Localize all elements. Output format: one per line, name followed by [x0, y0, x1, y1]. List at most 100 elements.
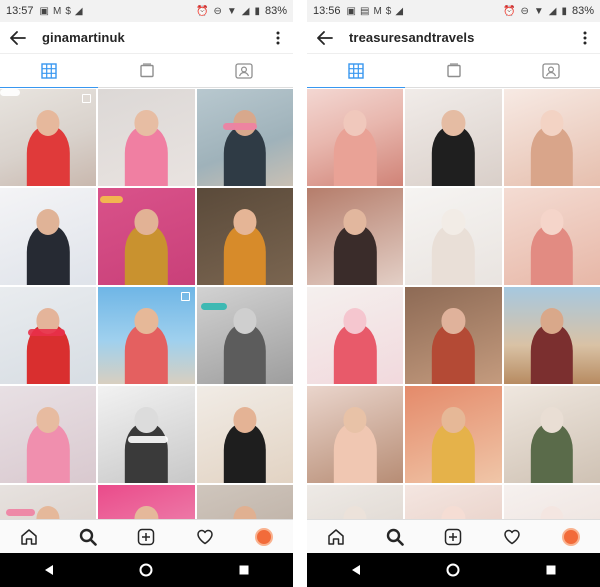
system-nav-bar — [307, 553, 600, 587]
photo-tile[interactable] — [307, 188, 404, 285]
tab-tagged[interactable] — [195, 54, 293, 87]
heart-icon[interactable] — [189, 523, 221, 551]
home-icon[interactable] — [13, 523, 45, 551]
add-icon[interactable] — [437, 523, 469, 551]
photo-tile[interactable] — [405, 89, 502, 186]
photo-tile[interactable] — [405, 287, 502, 384]
photo-subject-head — [441, 506, 466, 519]
tab-feed[interactable] — [98, 54, 196, 87]
profile-tabs — [0, 54, 293, 88]
photo-tile[interactable] — [503, 386, 600, 483]
feed-icon — [139, 62, 154, 77]
brush-stroke — [100, 196, 124, 203]
screen-divider — [293, 0, 307, 587]
profile-username: ginamartinuk — [42, 30, 125, 45]
brush-stroke — [0, 89, 20, 96]
profile-tabs — [307, 54, 600, 88]
square-recent-icon[interactable] — [224, 556, 264, 584]
home-icon[interactable] — [320, 523, 352, 551]
phone-screen-left: 13:57 ▣ M $ ◢ ⏰ ⊖ ▼ ◢ ▮ 83% ginamartinuk — [0, 0, 293, 587]
photo-tile[interactable] — [196, 89, 293, 186]
app-bar: ginamartinuk — [0, 22, 293, 54]
photo-tile[interactable] — [503, 485, 600, 519]
photo-tile[interactable] — [307, 485, 404, 519]
photo-tile[interactable] — [307, 386, 404, 483]
avatar[interactable] — [248, 523, 280, 551]
arrow-left-icon[interactable] — [8, 28, 28, 48]
wifi-icon: ▼ — [226, 5, 237, 17]
photo-tile[interactable] — [405, 188, 502, 285]
signal-icon: ◢ — [241, 5, 250, 17]
tab-grid[interactable] — [0, 54, 98, 88]
photo-subject-head — [36, 506, 60, 519]
photo-tile[interactable] — [405, 485, 502, 519]
photo-tile[interactable] — [196, 188, 293, 285]
photo-tile[interactable] — [405, 386, 502, 483]
photo-tile[interactable] — [196, 287, 293, 384]
search-icon[interactable] — [72, 523, 104, 551]
tool-icon: ◢ — [74, 5, 83, 17]
photo-tile[interactable] — [0, 89, 97, 186]
tab-feed[interactable] — [405, 54, 503, 87]
circle-home-icon[interactable] — [433, 556, 473, 584]
triangle-back-icon[interactable] — [29, 556, 69, 584]
photo-tile[interactable] — [196, 386, 293, 483]
grid-icon — [348, 62, 364, 79]
tab-tagged[interactable] — [502, 54, 600, 87]
dollar-icon: $ — [65, 5, 71, 17]
grid-icon — [41, 62, 57, 79]
photo-grid — [307, 89, 600, 519]
signal-icon: ◢ — [548, 5, 557, 17]
status-bar: 13:56 ▣ ▤ M $ ◢ ⏰ ⊖ ▼ ◢ ▮ 83% — [307, 0, 600, 22]
avatar[interactable] — [555, 523, 587, 551]
search-icon[interactable] — [379, 523, 411, 551]
add-icon[interactable] — [130, 523, 162, 551]
circle-home-icon[interactable] — [126, 556, 166, 584]
photo-tile[interactable] — [98, 485, 195, 519]
photo-subject-head — [540, 506, 564, 519]
brush-stroke — [200, 303, 227, 310]
dnd-icon: ⊖ — [213, 5, 222, 17]
photo-grid — [0, 89, 293, 519]
photo-tile[interactable] — [98, 287, 195, 384]
photo-tile[interactable] — [98, 386, 195, 483]
photo-tile[interactable] — [196, 485, 293, 519]
triangle-back-icon[interactable] — [336, 556, 376, 584]
status-time: 13:57 — [6, 5, 34, 17]
tab-grid[interactable] — [307, 54, 405, 88]
bottom-nav — [307, 519, 600, 553]
more-vertical-icon[interactable] — [578, 28, 592, 48]
photo-tile[interactable] — [307, 287, 404, 384]
photo-subject-head — [134, 506, 159, 519]
multiple-photos-icon — [180, 292, 190, 301]
photo-tile[interactable] — [0, 485, 97, 519]
photo-subject-head — [343, 506, 367, 519]
profile-username: treasuresandtravels — [349, 30, 475, 45]
photo-tile[interactable] — [98, 188, 195, 285]
photo-tile[interactable] — [503, 287, 600, 384]
bottom-nav — [0, 519, 293, 553]
heart-icon[interactable] — [496, 523, 528, 551]
more-vertical-icon[interactable] — [271, 28, 285, 48]
feed-icon — [446, 62, 461, 77]
photo-tile[interactable] — [0, 386, 97, 483]
number-icon: ▤ — [359, 5, 370, 17]
arrow-left-icon[interactable] — [315, 28, 335, 48]
brush-stroke — [128, 436, 169, 443]
square-recent-icon[interactable] — [531, 556, 571, 584]
battery-icon: ▮ — [561, 5, 567, 17]
photo-tile[interactable] — [307, 89, 404, 186]
photo-tile[interactable] — [0, 188, 97, 285]
multiple-photos-icon — [82, 94, 92, 103]
messages-icon: ▣ — [346, 5, 356, 17]
battery-icon: ▮ — [254, 5, 260, 17]
photo-tile[interactable] — [98, 89, 195, 186]
dnd-icon: ⊖ — [520, 5, 529, 17]
alarm-icon: ⏰ — [196, 5, 209, 17]
photo-tile[interactable] — [0, 287, 97, 384]
photo-tile[interactable] — [503, 89, 600, 186]
photo-tile[interactable] — [503, 188, 600, 285]
messages-icon: ▣ — [39, 5, 49, 17]
photo-subject-head — [233, 506, 257, 519]
wifi-icon: ▼ — [533, 5, 544, 17]
